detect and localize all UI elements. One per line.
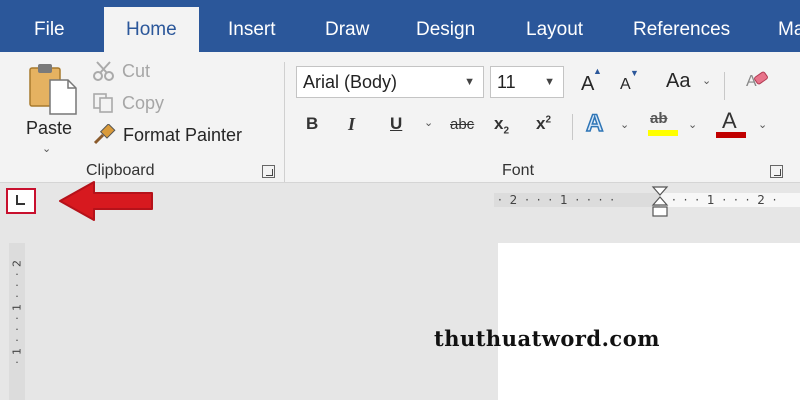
svg-text:A: A (746, 73, 757, 90)
change-case-label: Aa (666, 70, 691, 92)
ribbon: Paste ⌄ Cut Copy Format Painter Clipboar… (0, 52, 800, 183)
copy-icon (93, 93, 113, 113)
scissors-icon (93, 61, 114, 81)
clear-formatting-button[interactable]: A (744, 68, 774, 96)
superscript-button[interactable]: x2 (536, 114, 551, 134)
divider (724, 72, 725, 100)
ruler-scale-left: · 2 · · · 1 · · · · (498, 193, 617, 207)
clipboard-dialog-launcher-icon[interactable] (262, 165, 275, 178)
tab-selector-button[interactable] (6, 188, 36, 214)
watermark-text: thuthuatword.com (434, 326, 660, 351)
tab-home[interactable]: Home (104, 7, 199, 52)
caret-down-icon: ▼ (630, 68, 639, 78)
paste-label: Paste (26, 118, 73, 138)
group-separator (284, 62, 285, 182)
font-color-glyph: A (722, 108, 737, 133)
vertical-ruler-scale: 2 · · · 1 · · · 1 · (9, 243, 25, 368)
subscript-button[interactable]: x2 (494, 114, 509, 136)
tab-layout[interactable]: Layout (526, 0, 583, 52)
left-tab-stop-icon (16, 195, 25, 205)
italic-button[interactable]: I (348, 114, 355, 135)
horizontal-ruler[interactable]: · 2 · · · 1 · · · · · · · 1 · · · 2 · (494, 193, 800, 207)
chevron-down-icon[interactable]: ⌄ (424, 116, 433, 129)
copy-button[interactable]: Copy (90, 92, 180, 116)
ruler-number: 2 (10, 260, 24, 267)
paste-icon (29, 64, 77, 115)
paste-dropdown-icon[interactable]: ⌄ (42, 142, 51, 155)
grow-font-button[interactable]: A ▲ (578, 66, 604, 96)
indent-marker-icon[interactable] (651, 185, 669, 219)
shrink-font-button[interactable]: A ▼ (616, 68, 642, 96)
format-painter-label: Format Painter (123, 125, 243, 145)
subscript-mark: 2 (503, 125, 510, 137)
tab-file[interactable]: File (34, 0, 65, 52)
chevron-down-icon[interactable]: ▼ (464, 67, 475, 97)
tab-mailings[interactable]: Ma (778, 0, 800, 52)
cut-label: Cut (122, 61, 151, 81)
grow-font-glyph: A (581, 73, 595, 95)
superscript-mark: 2 (545, 114, 552, 126)
chevron-down-icon: ⌄ (688, 119, 698, 131)
font-size-combobox[interactable]: 11 ▼ (490, 66, 564, 98)
text-highlight-button[interactable]: ab ⌄ (648, 110, 700, 142)
paintbrush-icon (93, 124, 116, 145)
tab-draw[interactable]: Draw (325, 0, 369, 52)
caret-up-icon: ▲ (593, 66, 602, 76)
document-page[interactable] (498, 243, 800, 400)
vertical-ruler[interactable]: 2 · · · 1 · · · 1 · (9, 243, 25, 400)
text-effects-glyph: A (585, 109, 604, 138)
shrink-font-glyph: A (620, 76, 631, 93)
highlight-glyph: ab (650, 110, 668, 127)
chevron-down-icon[interactable]: ▼ (544, 67, 555, 97)
paste-button[interactable]: Paste ⌄ (20, 60, 80, 160)
ruler-number: 1 (10, 348, 24, 355)
text-effects-button[interactable]: A ⌄ (585, 109, 632, 140)
ruler-number: 1 (10, 304, 24, 311)
eraser-icon: A (746, 71, 768, 90)
chevron-down-icon: ⌄ (758, 119, 768, 131)
divider (572, 114, 573, 140)
cut-button[interactable]: Cut (90, 60, 170, 84)
change-case-button[interactable]: Aa ⌄ (664, 68, 714, 96)
bold-button[interactable]: B (306, 114, 318, 134)
font-dialog-launcher-icon[interactable] (770, 165, 783, 178)
ruler-scale-right: · · · 1 · · · 2 · (672, 193, 779, 207)
font-color-bar (716, 132, 746, 138)
font-color-button[interactable]: A ⌄ (716, 108, 772, 142)
font-size-value: 11 (497, 72, 516, 92)
font-name-combobox[interactable]: Arial (Body) ▼ (296, 66, 484, 98)
chevron-down-icon: ⌄ (620, 119, 630, 131)
underline-button[interactable]: U (390, 114, 402, 134)
chevron-down-icon: ⌄ (702, 75, 712, 87)
font-group-label: Font (502, 162, 535, 179)
tab-references[interactable]: References (633, 0, 730, 52)
format-painter-button[interactable]: Format Painter (90, 124, 265, 148)
copy-label: Copy (122, 93, 165, 113)
font-name-value: Arial (Body) (303, 72, 398, 92)
red-arrow-icon (59, 181, 153, 221)
highlight-color-bar (648, 130, 678, 136)
tab-insert[interactable]: Insert (228, 0, 276, 52)
tab-design[interactable]: Design (416, 0, 475, 52)
strikethrough-button[interactable]: abc (450, 116, 474, 133)
ribbon-tab-bar: File Home Insert Draw Design Layout Refe… (0, 0, 800, 52)
